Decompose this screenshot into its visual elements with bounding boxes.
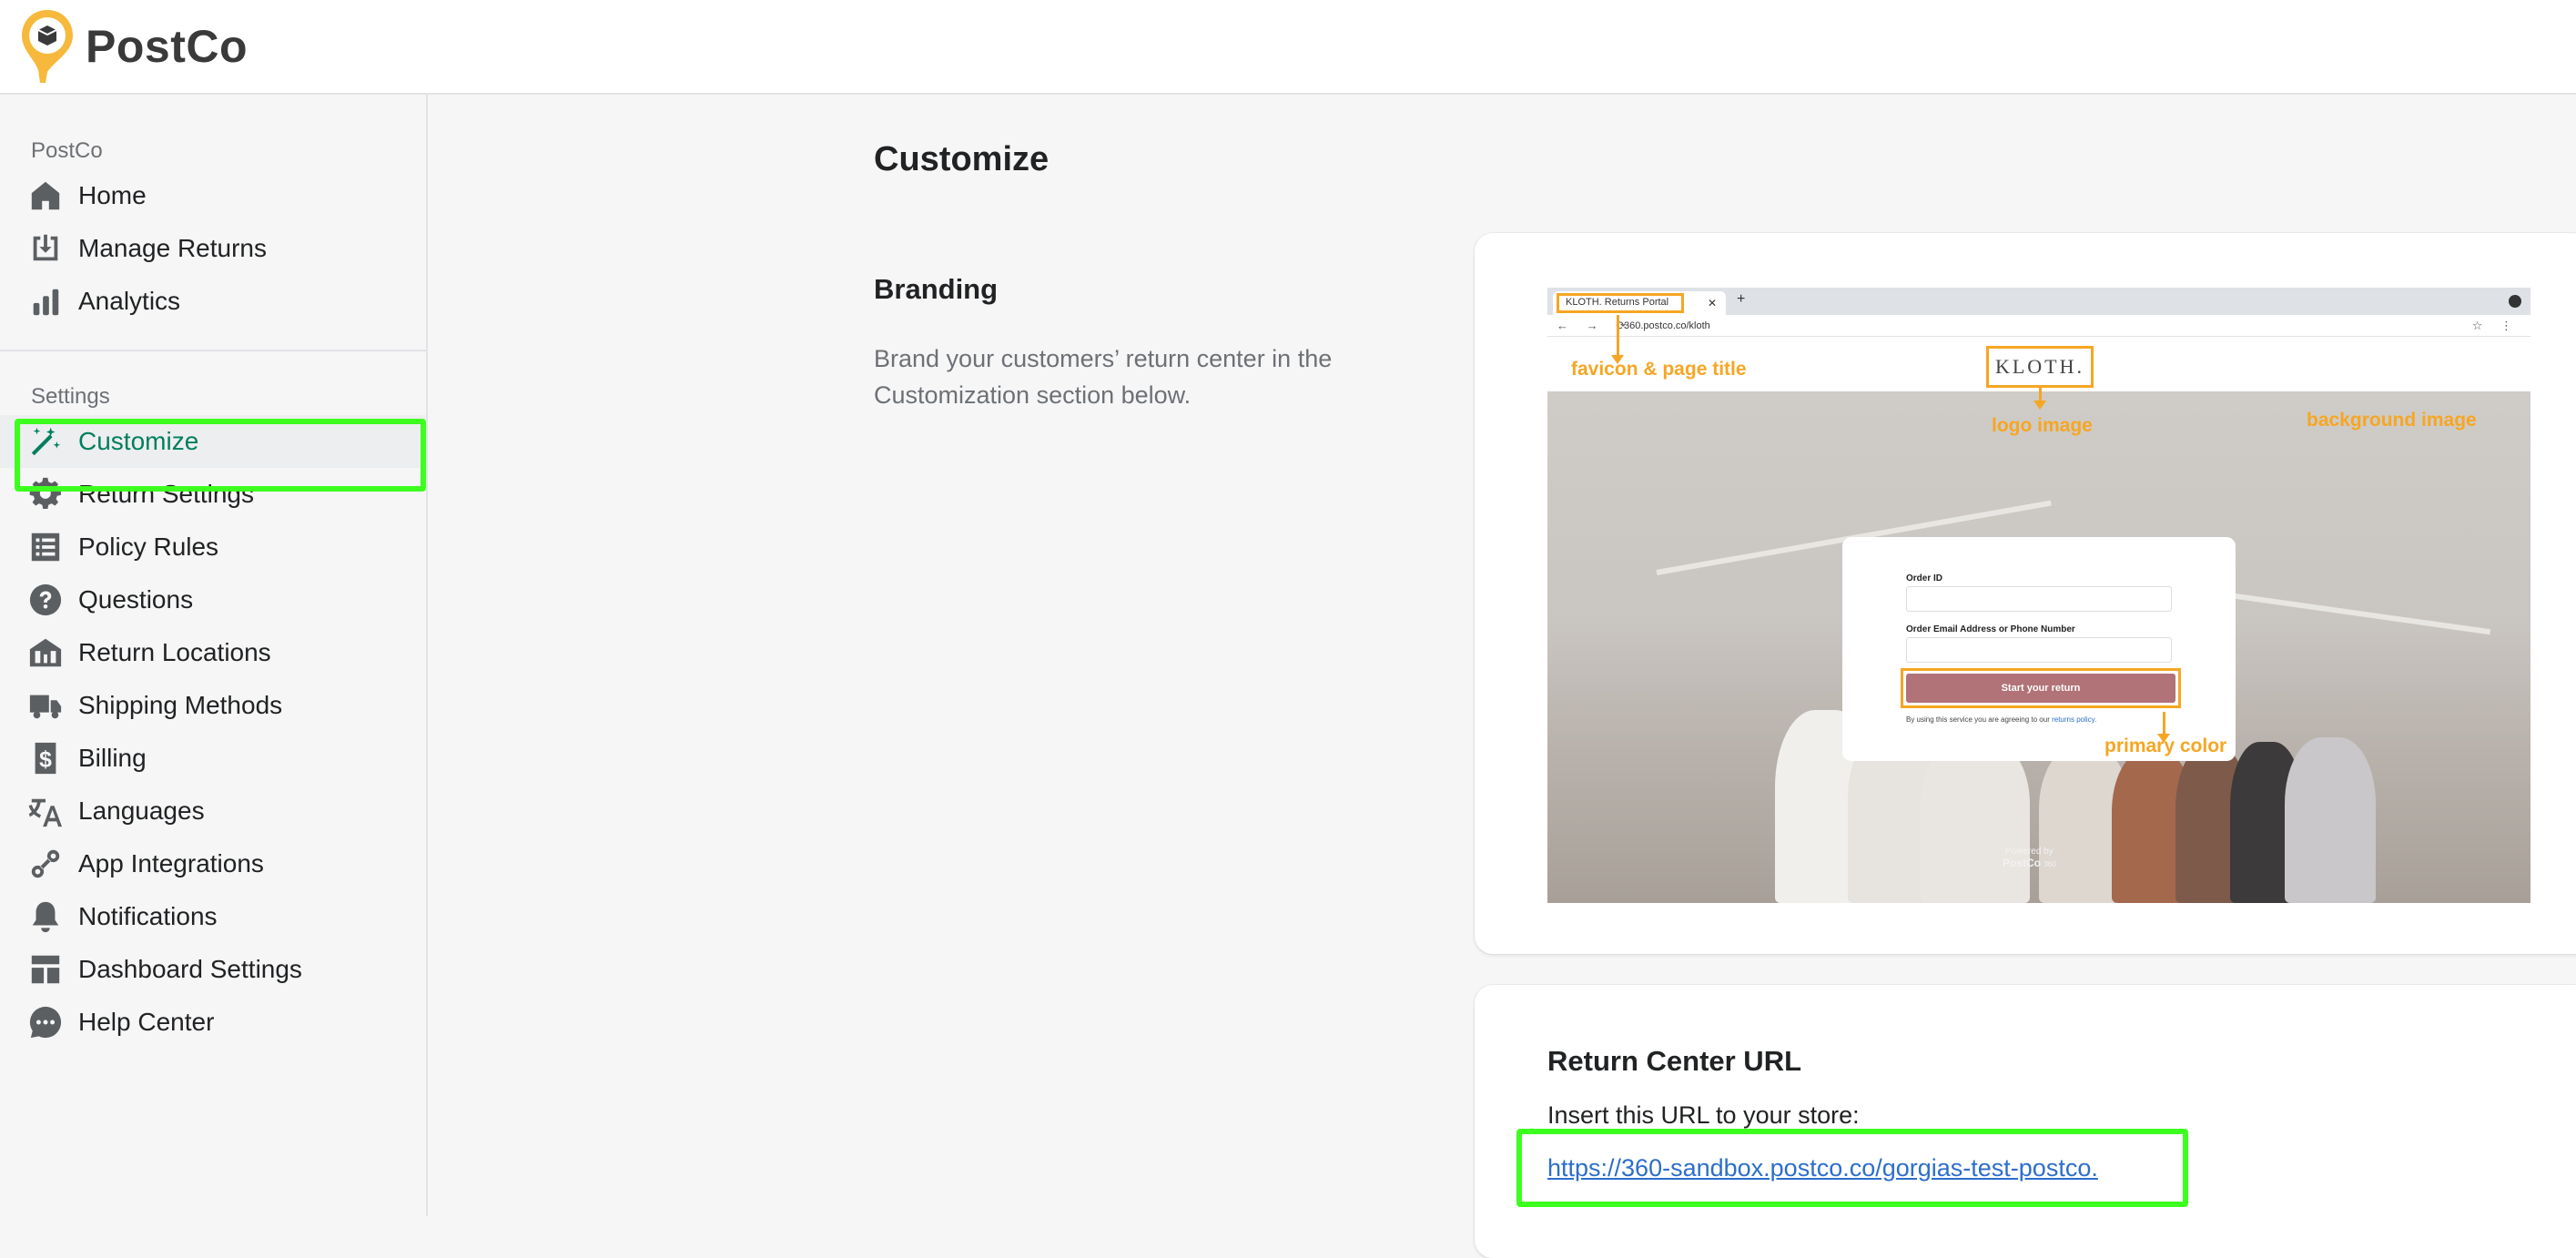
powered-by-suffix: 360	[2044, 860, 2056, 868]
close-icon: ✕	[1708, 297, 1718, 309]
top-bar: PostCo	[0, 0, 2576, 95]
sidebar-item-label: Dashboard Settings	[78, 955, 302, 983]
building-icon	[27, 634, 64, 671]
gear-icon	[27, 476, 64, 512]
sidebar-item-label: Manage Returns	[78, 234, 268, 262]
terms-prefix: By using this service you are agreeing t…	[1906, 715, 2053, 724]
logo-annotation-label: logo image	[1992, 415, 2093, 436]
return-center-url-heading: Return Center URL	[1547, 1045, 1802, 1077]
email-label: Order Email Address or Phone Number	[1906, 624, 2075, 634]
app-title: PostCo	[86, 21, 248, 72]
sidebar-item-label: Billing	[78, 744, 147, 772]
sidebar-item-label: Notifications	[78, 902, 218, 930]
preview-address-bar: ← → ⟳ 360.postco.co/kloth ☆ ⋮	[1547, 315, 2530, 337]
sidebar-item-billing[interactable]: $ Billing	[0, 732, 426, 785]
garment	[2285, 737, 2376, 903]
sidebar-item-shipping-methods[interactable]: Shipping Methods	[0, 679, 426, 732]
branding-card: KLOTH. Returns Portal ✕ + ← → ⟳ 360.post…	[1475, 233, 2576, 954]
sidebar-item-policy-rules[interactable]: Policy Rules	[0, 521, 426, 573]
return-center-url-card: Return Center URL Insert this URL to you…	[1475, 985, 2576, 1258]
sidebar-item-languages[interactable]: Languages	[0, 785, 426, 837]
sidebar-item-return-settings[interactable]: Return Settings	[0, 468, 426, 521]
background-annotation-label: background image	[2307, 410, 2477, 431]
sidebar-item-label: Customize	[78, 427, 199, 455]
bar-chart-icon	[27, 283, 64, 320]
browser-nav-icon: ← → ⟳	[1557, 319, 1634, 332]
sidebar-item-dashboard-settings[interactable]: Dashboard Settings	[0, 943, 426, 996]
order-id-field	[1906, 586, 2172, 612]
powered-by: Powered by PostCo 360	[2003, 847, 2056, 869]
sidebar-item-manage-returns[interactable]: Manage Returns	[0, 222, 426, 275]
sidebar-divider	[0, 350, 426, 351]
favicon-arrow	[1617, 315, 1619, 357]
sidebar-item-label: Help Center	[78, 1008, 215, 1036]
sidebar-item-questions[interactable]: Questions	[0, 573, 426, 626]
primary-annotation-label: primary color	[2104, 736, 2227, 756]
terms-link: returns policy.	[2052, 715, 2097, 724]
garment	[1921, 737, 2030, 903]
branding-heading: Branding	[874, 273, 999, 305]
translate-icon	[27, 793, 64, 829]
question-circle-icon	[27, 582, 64, 618]
dollar-receipt-icon: $	[27, 740, 64, 776]
sidebar-section-postco: PostCo	[31, 138, 103, 163]
order-id-label: Order ID	[1906, 573, 1943, 583]
kloth-logo: KLOTH.	[1986, 346, 2094, 388]
branding-preview-image: KLOTH. Returns Portal ✕ + ← → ⟳ 360.post…	[1547, 288, 2530, 903]
sidebar-item-label: App Integrations	[78, 849, 264, 878]
sidebar-item-label: Analytics	[78, 287, 181, 315]
sidebar: PostCo Home Manage Returns Analytics Set…	[0, 95, 428, 1216]
favicon-annotation-box	[1557, 293, 1684, 313]
sidebar-item-label: Policy Rules	[78, 533, 219, 561]
sidebar-item-app-integrations[interactable]: App Integrations	[0, 837, 426, 890]
chat-bubble-icon	[27, 1004, 64, 1040]
sidebar-item-help-center[interactable]: Help Center	[0, 996, 426, 1049]
sidebar-item-notifications[interactable]: Notifications	[0, 890, 426, 943]
integration-icon	[27, 846, 64, 882]
postco-logo-icon	[18, 6, 76, 86]
primary-arrow	[2163, 712, 2165, 736]
page-title: Customize	[874, 140, 1050, 178]
home-icon	[27, 178, 64, 214]
branding-description: Brand your customers’ return center in t…	[874, 345, 1333, 409]
truck-icon	[27, 687, 64, 724]
star-icon: ☆ ⋮	[2471, 319, 2520, 332]
preview-browser-tabbar: KLOTH. Returns Portal ✕ +	[1547, 288, 2530, 315]
sidebar-item-label: Return Locations	[78, 638, 271, 666]
powered-by-brand: PostCo	[2003, 857, 2041, 869]
sidebar-item-label: Home	[78, 181, 147, 209]
sidebar-item-label: Languages	[78, 796, 205, 825]
preview-return-form: Order ID Order Email Address or Phone Nu…	[1842, 537, 2236, 761]
sidebar-item-home[interactable]: Home	[0, 169, 426, 222]
background-image: background image logo image Order ID Ord…	[1547, 391, 2530, 903]
favicon-annotation-label: favicon & page title	[1571, 359, 1747, 380]
svg-text:$: $	[39, 748, 52, 773]
return-center-url-instruction: Insert this URL to your store:	[1547, 1101, 1860, 1129]
return-center-url-link[interactable]: https://360-sandbox.postco.co/gorgias-te…	[1547, 1154, 2098, 1182]
email-field	[1906, 637, 2172, 663]
powered-by-label: Powered by	[2004, 847, 2054, 857]
magic-wand-icon	[27, 423, 64, 460]
sidebar-section-settings: Settings	[31, 384, 110, 409]
inbox-download-icon	[27, 230, 64, 267]
sidebar-item-customize[interactable]: Customize	[0, 415, 426, 468]
sidebar-item-label: Return Settings	[78, 480, 254, 508]
sidebar-item-return-locations[interactable]: Return Locations	[0, 626, 426, 679]
layout-icon	[27, 951, 64, 988]
sidebar-item-label: Questions	[78, 585, 194, 614]
sidebar-item-label: Shipping Methods	[78, 691, 283, 719]
preview-url: 360.postco.co/kloth	[1624, 320, 1710, 331]
plus-icon: +	[1737, 291, 1746, 307]
primary-color-annotation-box	[1901, 668, 2181, 708]
arrow-head-icon	[2033, 401, 2046, 410]
profile-icon	[2509, 295, 2521, 308]
list-icon	[27, 529, 64, 565]
sidebar-item-analytics[interactable]: Analytics	[0, 275, 426, 328]
bell-icon	[27, 898, 64, 935]
terms-text: By using this service you are agreeing t…	[1906, 715, 2096, 724]
